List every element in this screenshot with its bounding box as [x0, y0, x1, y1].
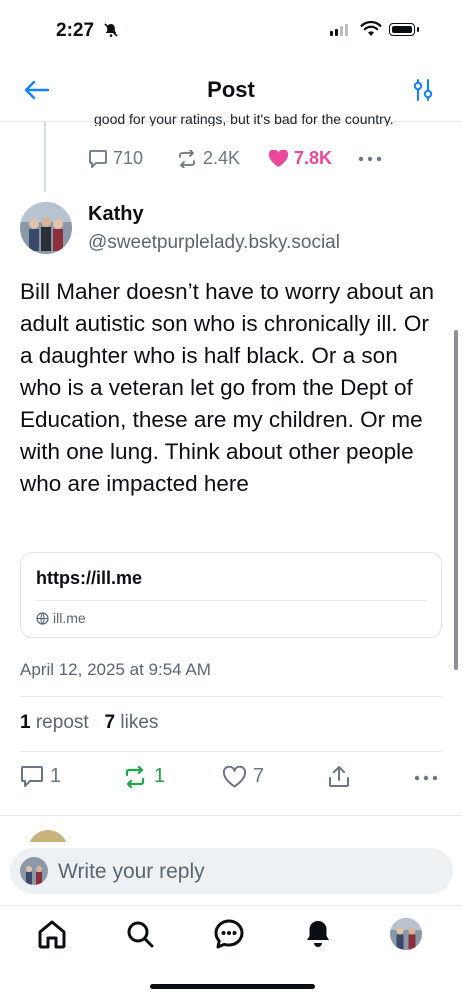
reply-icon [89, 150, 107, 168]
like-count-link[interactable]: 7 likes [105, 712, 159, 733]
thread-connector [44, 122, 46, 192]
repost-count: 1 [20, 712, 31, 733]
post-timestamp: April 12, 2025 at 9:54 AM [20, 660, 211, 679]
link-domain: ill.me [36, 610, 86, 626]
post-actions: 1 1 7 [0, 765, 462, 797]
parent-reply-count: 710 [113, 148, 144, 168]
reply-icon [21, 766, 43, 787]
user-avatar [20, 857, 48, 885]
bell-muted-icon [104, 23, 118, 37]
link-domain-text: ill.me [53, 610, 86, 626]
post-body: Bill Maher doesn’t have to worry about a… [20, 279, 434, 496]
cellular-signal-icon [330, 24, 348, 36]
search-icon[interactable] [124, 918, 156, 950]
more-dots-icon [414, 775, 438, 781]
home-indicator [150, 984, 315, 989]
author-handle[interactable]: @sweetpurplelady.bsky.social [88, 232, 340, 254]
divider [20, 696, 442, 697]
divider [0, 815, 462, 816]
link-preview-card[interactable]: https://ill.me ill.me [20, 552, 442, 638]
reply-input[interactable]: Write your reply [10, 848, 453, 894]
engagement-counts: 1 repost 7 likes [20, 712, 158, 734]
globe-icon [36, 611, 49, 625]
profile-avatar[interactable] [390, 918, 422, 950]
status-bar: 2:27 [0, 0, 462, 60]
parent-repost-count: 2.4K [203, 148, 241, 168]
link-divider [35, 600, 427, 601]
divider [20, 751, 442, 752]
reply-placeholder: Write your reply [58, 860, 205, 883]
wifi-icon [360, 21, 382, 36]
author-name[interactable]: Kathy [88, 203, 144, 226]
repost-action-count: 1 [154, 765, 166, 787]
like-count: 7 [104, 712, 116, 733]
repost-count-label: repost [35, 712, 89, 733]
divider [0, 905, 462, 906]
status-time: 2:27 [56, 20, 95, 41]
battery-icon [389, 23, 419, 36]
notifications-bell-icon[interactable] [302, 918, 334, 950]
parent-like-button[interactable]: 7.8K [268, 148, 358, 169]
link-url: https://ill.me [36, 568, 143, 588]
scrollbar[interactable] [454, 330, 458, 670]
like-count-label: likes [120, 712, 159, 733]
heart-filled-icon [268, 149, 289, 167]
like-button[interactable]: 7 [222, 765, 264, 788]
more-dots-icon [358, 156, 382, 161]
chat-icon[interactable] [213, 918, 245, 950]
share-icon [329, 766, 349, 787]
home-icon[interactable] [36, 918, 68, 950]
repost-button[interactable]: 1 [122, 765, 165, 788]
more-options-button[interactable] [414, 775, 438, 781]
repost-icon [179, 149, 195, 168]
parent-post-actions: 710 2.4K 7.8K [88, 148, 382, 169]
parent-post-text: good for your ratings, but it's bad for … [94, 112, 394, 126]
page-title: Post [207, 77, 255, 102]
reply-button[interactable]: 1 [20, 765, 61, 788]
heart-icon [222, 765, 247, 787]
like-action-count: 7 [253, 765, 265, 787]
parent-reply-button[interactable]: 710 [88, 148, 176, 169]
reply-count: 1 [50, 765, 62, 787]
repost-icon [125, 765, 145, 788]
author-avatar[interactable] [20, 202, 72, 254]
parent-repost-button[interactable]: 2.4K [176, 148, 268, 169]
repost-count-link[interactable]: 1 repost [20, 712, 89, 733]
bottom-tab-bar [0, 918, 462, 958]
parent-like-count: 7.8K [294, 148, 333, 168]
next-reply-avatar [28, 830, 68, 842]
parent-more-button[interactable] [358, 156, 382, 162]
thread-settings-icon[interactable] [412, 78, 434, 102]
share-button[interactable] [327, 765, 351, 789]
post-header: Post [0, 60, 462, 120]
